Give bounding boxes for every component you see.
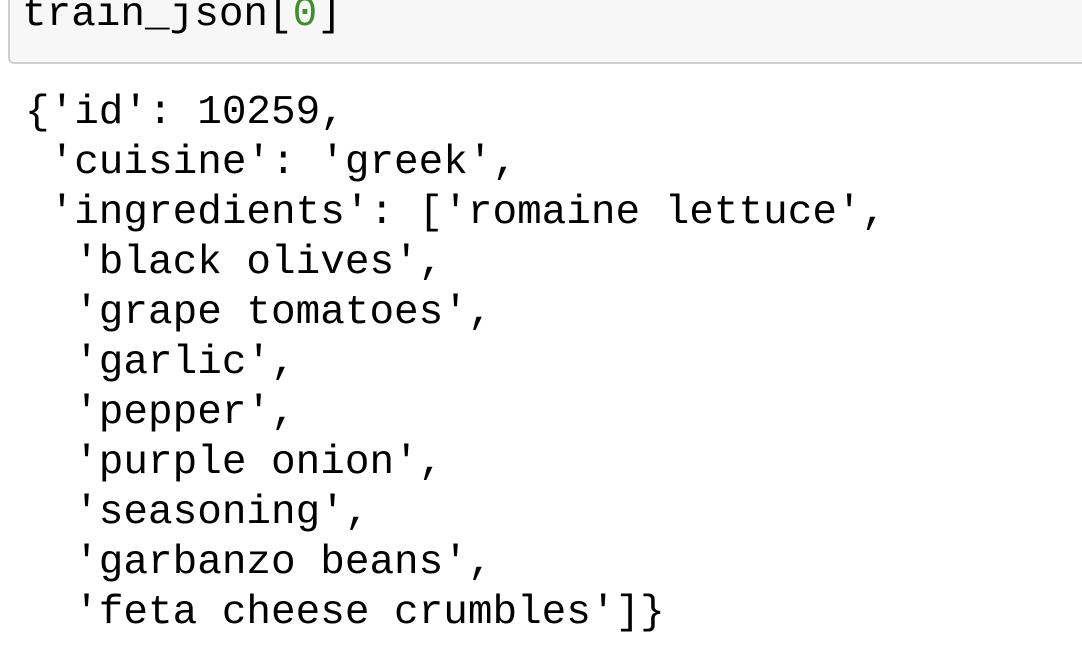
output-line: 'ingredients': ['romaine lettuce', [25, 190, 887, 236]
output-line: 'garlic', [25, 340, 296, 386]
cell-output: {'id': 10259, 'cuisine': 'greek', 'ingre… [25, 88, 886, 638]
output-line: 'feta cheese crumbles']} [25, 590, 665, 636]
output-line: 'garbanzo beans', [25, 540, 493, 586]
output-line: 'pepper', [25, 390, 296, 436]
code-identifier: train_json[ [22, 0, 293, 38]
output-line: 'cuisine': 'greek', [25, 140, 518, 186]
output-line: {'id': 10259, [25, 90, 345, 136]
code-bracket: ] [317, 0, 342, 38]
code-input-text[interactable]: train_json[0] [22, 0, 342, 38]
code-input-cell[interactable]: train_json[0] [8, 0, 1082, 64]
output-line: 'purple onion', [25, 440, 444, 486]
code-index-number: 0 [292, 0, 318, 38]
output-line: 'seasoning', [25, 490, 370, 536]
output-line: 'grape tomatoes', [25, 290, 493, 336]
output-line: 'black olives', [25, 240, 444, 286]
